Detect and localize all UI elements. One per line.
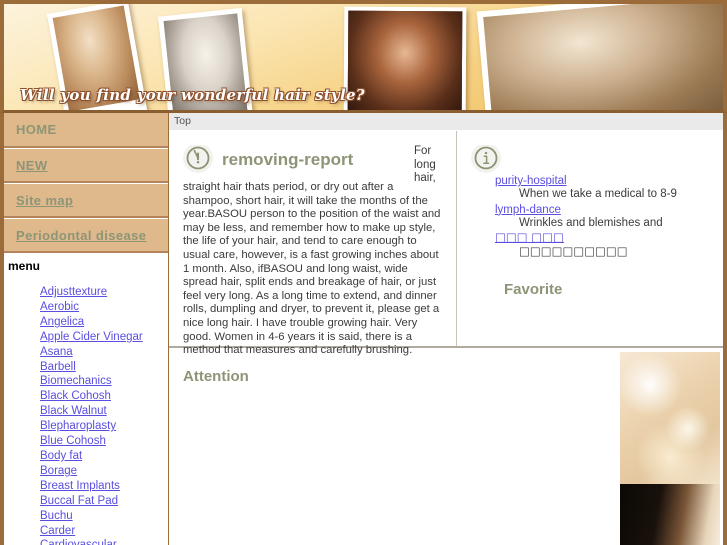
site-banner: Will you find your wonderful hair style? [0, 0, 727, 113]
list-item: lymph-dance Wrinkles and blemishes and [495, 202, 713, 231]
menu-link[interactable]: Buccal Fat Pad [40, 495, 118, 507]
menu-link[interactable]: Buchu [40, 510, 73, 522]
list-item: Body fat [40, 449, 168, 464]
list-item: Buccal Fat Pad [40, 494, 168, 509]
related-link-desc: Wrinkles and blemishes and [519, 216, 663, 229]
menu-link[interactable]: Blepharoplasty [40, 420, 116, 432]
sidebar-item-home[interactable]: HOME [4, 113, 168, 148]
main-content: Top removing-report For long hair, strai… [169, 113, 727, 545]
sidebar-item-new[interactable]: NEW [4, 148, 168, 183]
sidebar-item-site-map[interactable]: Site map [4, 183, 168, 218]
list-item: Adjusttexture [40, 285, 168, 300]
banner-photo-4 [476, 4, 723, 110]
info-circle-icon [471, 145, 501, 173]
attention-heading: Attention [183, 368, 249, 385]
menu-link[interactable]: Barbell [40, 361, 76, 373]
menu-link[interactable]: Borage [40, 465, 77, 477]
menu-link[interactable]: Breast Implants [40, 480, 120, 492]
menu-link[interactable]: Biomechanics [40, 375, 112, 387]
list-item: Angelica [40, 315, 168, 330]
list-item: Black Cohosh [40, 389, 168, 404]
sidebar-item-periodontal-disease[interactable]: Periodontal disease [4, 218, 168, 253]
favorite-heading: Favorite [504, 280, 563, 298]
breadcrumb[interactable]: Top [169, 113, 723, 131]
sidebar-menu-list: Adjusttexture Aerobic Angelica Apple Cid… [4, 277, 168, 545]
list-item: Cardiovascular [40, 538, 168, 545]
page-body: HOME NEW Site map Periodontal disease me… [0, 113, 727, 545]
list-item: Carder [40, 524, 168, 539]
related-link[interactable]: □□□ □□□ [495, 230, 564, 244]
menu-link[interactable]: Carder [40, 525, 75, 537]
top-columns: removing-report For long hair, straight … [169, 131, 723, 356]
list-item: Asana [40, 345, 168, 360]
side-photo-column [620, 348, 723, 545]
menu-link[interactable]: Blue Cohosh [40, 435, 106, 447]
article-body: straight hair thats period, or dry out a… [183, 181, 441, 357]
menu-link[interactable]: Body fat [40, 450, 82, 462]
exclamation-circle-icon [183, 145, 213, 173]
related-link-desc: When we take a medical to 8-9 [519, 188, 677, 200]
attention-section: Attention [169, 348, 723, 545]
bokeh-golden-photo [620, 352, 720, 485]
list-item: Black Walnut [40, 404, 168, 419]
menu-link[interactable]: Cardiovascular [40, 539, 117, 545]
list-item: Apple Cider Vinegar [40, 330, 168, 345]
list-item: purity-hospital When we take a medical t… [495, 173, 713, 202]
list-item: □□□ □□□ □□□□□□□□□□ [495, 230, 713, 259]
related-link[interactable]: purity-hospital [495, 175, 567, 187]
list-item: Barbell [40, 360, 168, 375]
list-item: Buchu [40, 509, 168, 524]
list-item: Biomechanics [40, 374, 168, 389]
page-title: removing-report [222, 150, 354, 169]
list-item: Borage [40, 464, 168, 479]
list-item: Blepharoplasty [40, 419, 168, 434]
related-link[interactable]: lymph-dance [495, 204, 561, 216]
attention-column: Attention [169, 348, 620, 545]
menu-link[interactable]: Black Cohosh [40, 390, 111, 402]
banner-tagline: Will you find your wonderful hair style? [20, 86, 365, 104]
menu-label: menu [8, 259, 41, 273]
list-item: Aerobic [40, 300, 168, 315]
links-column: purity-hospital When we take a medical t… [457, 131, 723, 346]
links-header [471, 145, 713, 173]
sidebar: HOME NEW Site map Periodontal disease me… [0, 113, 169, 545]
menu-link[interactable]: Adjusttexture [40, 286, 107, 298]
related-links-list: purity-hospital When we take a medical t… [471, 173, 713, 259]
menu-link[interactable]: Black Walnut [40, 405, 107, 417]
related-link-desc: □□□□□□□□□□ [519, 244, 628, 258]
list-item: Blue Cohosh [40, 434, 168, 449]
menu-link[interactable]: Angelica [40, 316, 84, 328]
menu-link[interactable]: Aerobic [40, 301, 79, 313]
list-item: Breast Implants [40, 479, 168, 494]
menu-link[interactable]: Apple Cider Vinegar [40, 331, 143, 343]
menu-link[interactable]: Asana [40, 346, 73, 358]
silhouette-profile-photo [620, 484, 720, 545]
article-lead: For long hair, [414, 145, 436, 184]
article-header: removing-report [183, 145, 444, 175]
article-column: removing-report For long hair, straight … [169, 131, 457, 356]
